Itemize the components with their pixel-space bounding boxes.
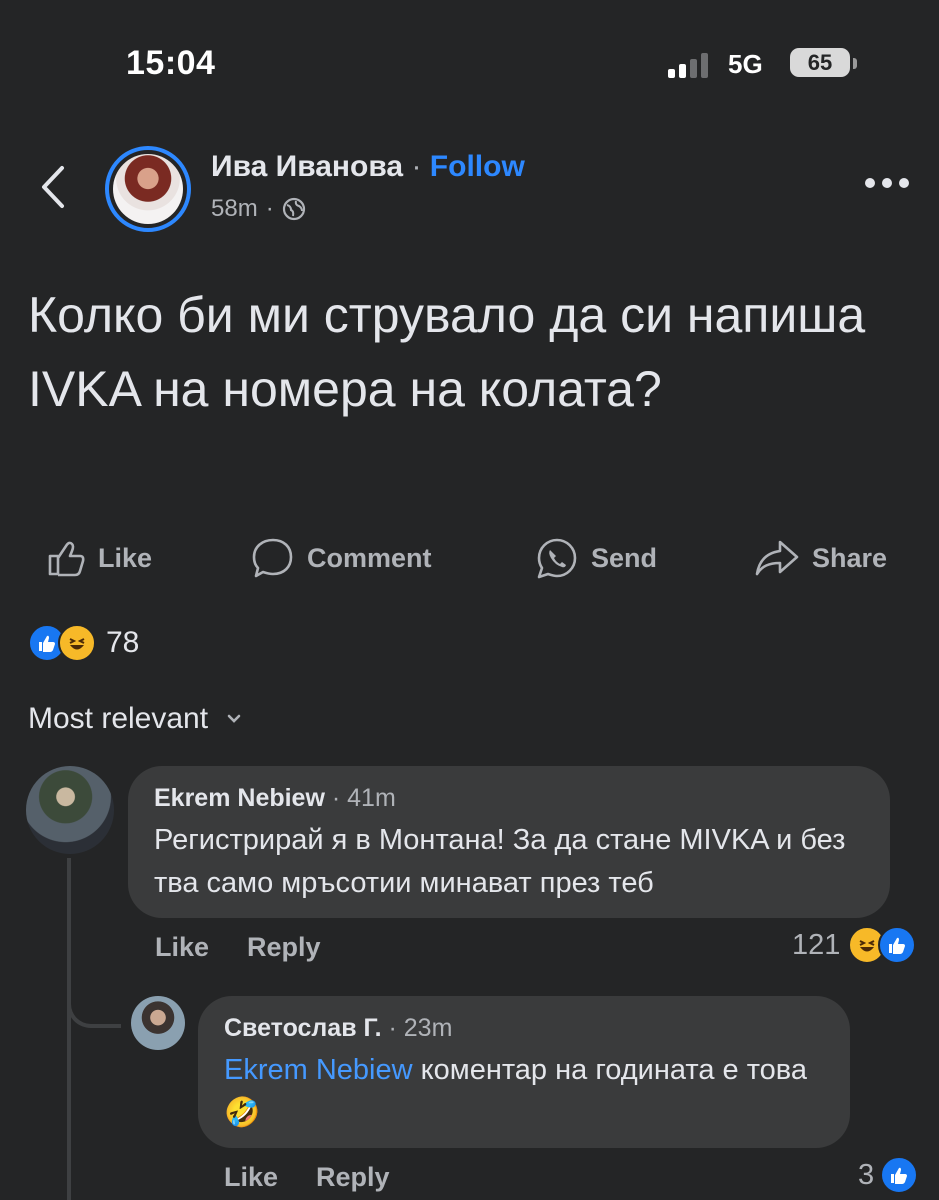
- comment-reaction-count: 121: [792, 928, 841, 961]
- meta-separator: ·: [265, 195, 274, 222]
- signal-icon: [668, 52, 714, 78]
- whatsapp-icon: [537, 538, 577, 579]
- comment-text: Регистрирай я в Монтана! За да стане MIV…: [154, 824, 846, 899]
- battery-icon: 65: [790, 48, 850, 77]
- commenter-avatar[interactable]: [26, 766, 114, 854]
- reply-header: Светослав Г. · 23m: [224, 1014, 453, 1042]
- thread-line: [67, 858, 71, 1200]
- share-icon: [755, 540, 799, 576]
- reply-reaction-count: 3: [858, 1158, 875, 1191]
- reply-like-button[interactable]: Like: [224, 1162, 278, 1193]
- rofl-emoji-icon: 🤣: [224, 1097, 261, 1129]
- reply-reactions[interactable]: 3: [858, 1156, 919, 1194]
- reaction-count: 78: [106, 626, 140, 659]
- post-meta: 58m ·: [211, 195, 306, 223]
- reply-author[interactable]: Светослав Г.: [224, 1014, 382, 1042]
- globe-icon: [282, 197, 305, 221]
- reply-bubble: Светослав Г. · 23m Ekrem Nebiew коментар…: [198, 996, 850, 1148]
- reply-text-block: Ekrem Nebiew коментар на годината е това…: [224, 1049, 824, 1135]
- network-type: 5G: [728, 49, 763, 79]
- comment-reactions[interactable]: 121: [792, 926, 917, 964]
- comment-reply-button[interactable]: Reply: [247, 932, 321, 963]
- share-button[interactable]: Share: [754, 530, 887, 586]
- like-reaction-icon: [880, 1156, 919, 1194]
- author-avatar[interactable]: [105, 146, 191, 232]
- post-author-row: Ива Иванова · Follow: [211, 150, 525, 184]
- battery-nub: [853, 58, 857, 69]
- avatar-image: [113, 154, 183, 224]
- comment-actions: Like Reply: [155, 932, 321, 963]
- reply-text: коментар на годината е това: [420, 1054, 807, 1086]
- reply-reply-button[interactable]: Reply: [316, 1162, 390, 1193]
- reply-actions: Like Reply: [224, 1162, 390, 1193]
- comment-like-button[interactable]: Like: [155, 932, 209, 963]
- reply-avatar[interactable]: [131, 996, 185, 1050]
- comment-time[interactable]: 41m: [347, 784, 396, 812]
- sort-dropdown[interactable]: Most relevant: [28, 702, 242, 736]
- comment-button[interactable]: Comment: [251, 530, 432, 586]
- mention-link[interactable]: Ekrem Nebiew: [224, 1054, 413, 1086]
- back-button[interactable]: [36, 160, 72, 214]
- thread-connector: [67, 990, 121, 1028]
- sort-label: Most relevant: [28, 702, 209, 735]
- send-label: Send: [591, 542, 658, 573]
- more-options-button[interactable]: [864, 176, 910, 188]
- author-name[interactable]: Ива Иванова: [211, 150, 403, 183]
- share-label: Share: [812, 542, 888, 573]
- comment-icon: [252, 538, 293, 578]
- chevron-down-icon: [227, 714, 241, 723]
- post-text: Колко би ми струвало да си напиша IVKA н…: [28, 287, 866, 417]
- like-button[interactable]: Like: [46, 530, 152, 586]
- post-action-bar: Like Comment Send Share: [0, 530, 939, 586]
- comment-author[interactable]: Ekrem Nebiew: [154, 784, 325, 812]
- like-reaction-icon: [878, 926, 917, 964]
- thumbs-up-icon: [48, 541, 85, 577]
- follow-button[interactable]: Follow: [430, 150, 525, 183]
- comment-header: Ekrem Nebiew · 41m: [154, 784, 396, 812]
- reply-time[interactable]: 23m: [404, 1014, 453, 1042]
- like-label: Like: [98, 542, 153, 573]
- chevron-left-icon: [42, 166, 64, 208]
- status-time: 15:04: [126, 44, 216, 82]
- send-button[interactable]: Send: [535, 530, 657, 586]
- reactions-summary[interactable]: 78: [28, 624, 139, 662]
- comment-bubble: Ekrem Nebiew · 41m Регистрирай я в Монта…: [128, 766, 890, 918]
- post-age[interactable]: 58m: [211, 195, 258, 223]
- comment-label: Comment: [307, 542, 432, 573]
- haha-reaction-icon: [58, 624, 96, 662]
- more-icon: [865, 178, 909, 188]
- author-separator: ·: [411, 150, 422, 183]
